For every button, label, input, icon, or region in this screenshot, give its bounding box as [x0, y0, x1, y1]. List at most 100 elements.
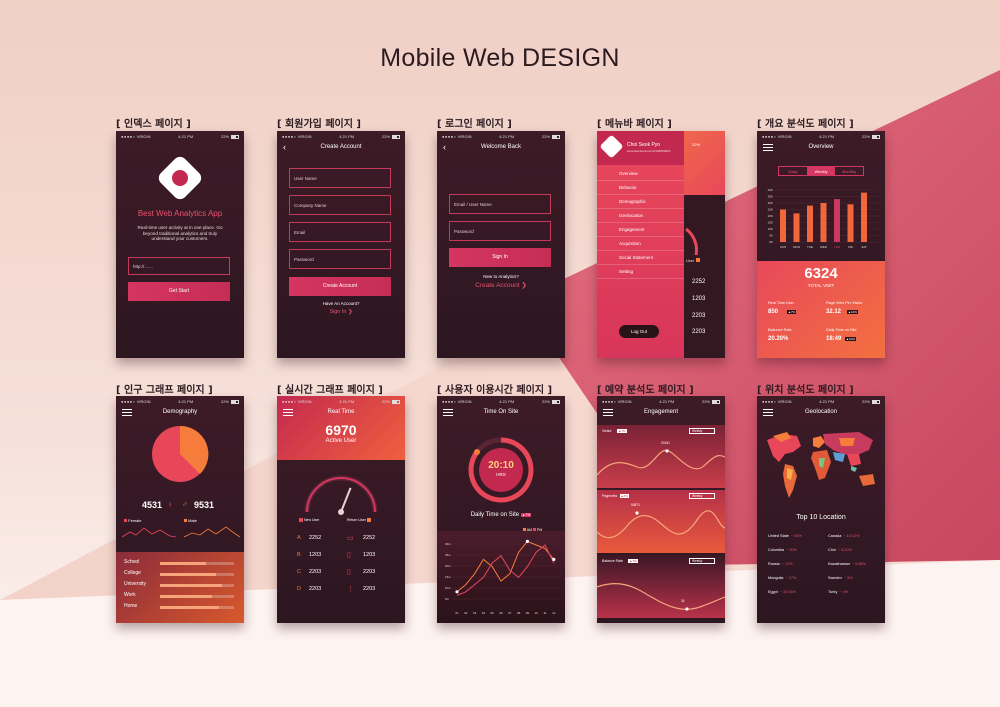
female-count: 4531 [142, 500, 163, 510]
total-visit-number: 6324 [804, 265, 838, 282]
stat-value-3: 20.20% [768, 336, 789, 342]
country-percent: ~ 5.20% [837, 548, 852, 552]
screen-title: Create Account [320, 144, 362, 150]
section-chip: ▲7% [619, 494, 629, 498]
profile-name: Choi Seok Pyo [627, 142, 661, 148]
status-bar: ●●●●○ VIRGIN 4:21 PM 22% [437, 396, 565, 407]
country-name: Kazakhastan [828, 562, 850, 566]
profile-header: Choi Seok Pyo www.facebook.com/010866082… [597, 131, 684, 165]
menu-item-behavior[interactable]: Behavior [597, 181, 684, 195]
phone-signup: ●●●●○ VIRGIN 4:21 PM 22% ‹ Create Accoun… [277, 131, 405, 358]
world-map [767, 432, 875, 498]
menu-item-setting[interactable]: Setting [597, 265, 684, 279]
peak-label: 34 [681, 599, 685, 603]
get-start-button[interactable]: Get Start [128, 282, 230, 301]
y-tick-label: 5m [445, 597, 450, 601]
tab-monthly[interactable]: Monthly [835, 167, 863, 175]
email-field[interactable]: Email [289, 222, 391, 242]
realtime-row: B 1203 ▯ 1203 [277, 552, 405, 569]
country-percent: ~ 20% [786, 548, 797, 552]
stat-badge-4: ▲10% [845, 337, 856, 341]
screen-title: Time On Site [483, 409, 519, 415]
location-right: Sweden ~ 3% [828, 576, 853, 580]
section-chip: ▲7% [617, 429, 627, 433]
gender-sparklines [122, 526, 240, 538]
country-name: Mongolia [768, 576, 784, 580]
country-name: Egypt [768, 590, 778, 594]
sign-in-link[interactable]: Sign In ❯ [277, 309, 405, 315]
location-left: Colombia ~ 20% [768, 548, 797, 552]
user-name-field[interactable]: User Name [289, 168, 391, 188]
y-tick-label: 35K [768, 195, 773, 199]
create-account-button[interactable]: Create Account [289, 277, 391, 296]
data-point [552, 557, 556, 561]
category-bar-track [160, 595, 234, 598]
category-bar-fill [160, 562, 206, 565]
sign-in-button[interactable]: Sign In [449, 248, 551, 267]
engagement-section: Balance Rate ▲7% Weekly 34 [597, 555, 725, 618]
email-username-field[interactable]: Email / User Name [449, 194, 551, 214]
male-count: 9531 [194, 500, 215, 510]
password-field[interactable]: Password [289, 249, 391, 269]
create-account-link[interactable]: Create Account ❯ [437, 281, 565, 289]
x-tick-label: SUN [780, 245, 786, 249]
x-tick-label: 02 [464, 611, 468, 615]
x-tick-label: TUE [807, 245, 813, 249]
country-percent: ~ 3% [843, 576, 853, 580]
stat-label-3: Ballunce Rate [768, 328, 792, 332]
menu-item-engagement[interactable]: Engagement [597, 223, 684, 237]
stat-label-4: Daily Time on Site [826, 328, 857, 332]
country-percent: ~ 12% [781, 562, 793, 566]
menu-item-demographic[interactable]: Demographic [597, 195, 684, 209]
tab-weekly[interactable]: Weekly [807, 167, 835, 175]
row-right-value: 1203 [363, 552, 376, 558]
daily-time-caption: Daily Time on Site [470, 512, 520, 518]
period-select[interactable]: Weekly [689, 428, 715, 434]
active-user-gauge [304, 475, 378, 515]
country-percent: ~ 17% [785, 576, 797, 580]
screen-title: Overview [808, 144, 834, 150]
stat-label-1: Real Time User [768, 301, 795, 305]
bar [847, 204, 854, 242]
category-bar-track [160, 584, 234, 587]
section-chip: ▲7% [628, 559, 638, 563]
row-left-value: 2203 [309, 569, 322, 575]
location-row: United State ~ 40% Canada ~ 10.12% [757, 534, 885, 548]
active-user-label: Active User [325, 438, 357, 444]
url-input[interactable]: http://....... [128, 257, 230, 275]
category-bar-fill [160, 584, 223, 587]
row-letter: B [297, 552, 301, 558]
menu-item-social-statement[interactable]: Social Statement [597, 251, 684, 265]
have-account-text: Have An Account? [322, 301, 360, 306]
menu-item-acquisition[interactable]: Acquisition [597, 237, 684, 251]
password-field[interactable]: Password [449, 221, 551, 241]
menu-item-overview[interactable]: Overview [597, 167, 684, 181]
country-percent: ~ 10.93% [779, 590, 796, 594]
period-select[interactable]: Weekly [689, 558, 715, 564]
company-name-field[interactable]: Company Name [289, 195, 391, 215]
data-point [525, 539, 529, 543]
category-bar-fill [160, 595, 212, 598]
side-value-4: 2203 [692, 329, 706, 335]
logout-button[interactable]: Log Out [619, 325, 659, 338]
caption-demography: [ 인구 그래프 페이지 ] [116, 385, 213, 396]
category-row: Home [124, 603, 236, 614]
wave-line [597, 510, 725, 539]
category-bar-fill [160, 606, 220, 609]
x-tick-label: 04 [482, 611, 486, 615]
location-right: Turky ~ 4% [828, 590, 848, 594]
tab-daily[interactable]: Daily [779, 167, 807, 175]
legend-pm: PM [537, 528, 543, 532]
period-select[interactable]: Weekly [689, 493, 715, 499]
location-row: Egypt ~ 10.93% Turky ~ 4% [757, 590, 885, 604]
bar [780, 209, 786, 242]
caption-geolocation: [ 위치 분석도 페이지 ] [757, 385, 854, 396]
menu-item-geolocation[interactable]: Geolocation [597, 209, 684, 223]
device-icon: ▯ [347, 552, 351, 559]
row-right-value: 2203 [363, 569, 376, 575]
engagement-wave-chart [597, 582, 725, 611]
category-bar-fill [160, 573, 216, 576]
page-title: Mobile Web DESIGN [380, 44, 620, 72]
phone-menu: 22% User 2252 1203 2203 2203 Choi Seok P… [597, 131, 725, 358]
status-bar: ●●●●○ VIRGIN 4:21 PM 22% [757, 131, 885, 142]
